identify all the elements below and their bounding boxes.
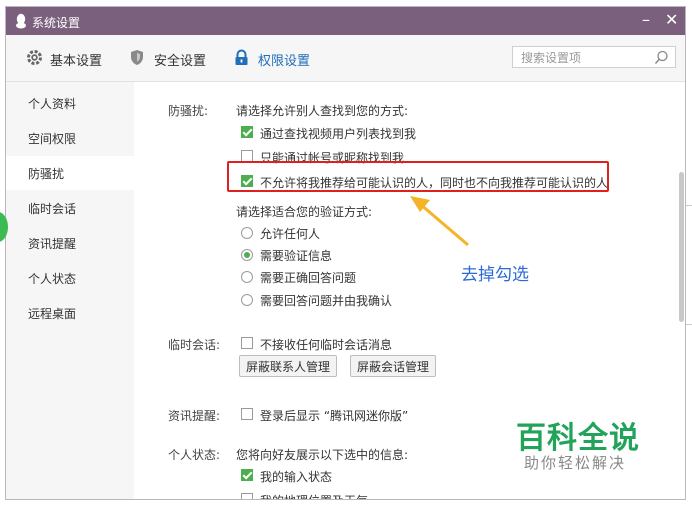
divider [686, 205, 692, 206]
search-box[interactable] [512, 46, 676, 68]
sidebar-item-news-alerts[interactable]: 资讯提醒 [6, 226, 134, 260]
lock-icon [235, 49, 248, 65]
sidebar-item-profile[interactable]: 个人资料 [6, 86, 134, 120]
option-label: 我的地理位置及天气 [260, 492, 368, 499]
sidebar-item-label: 个人状态 [28, 272, 77, 286]
sidebar-item-label: 远程桌面 [28, 307, 77, 321]
shield-icon [131, 50, 143, 65]
option-label: 允许任何人 [260, 227, 321, 241]
annotation-arrow-icon [410, 196, 469, 247]
option-label: 需要回答问题并由我确认 [260, 294, 393, 308]
section-label-anti-harassment: 防骚扰: [168, 104, 209, 118]
radio-allow-anyone[interactable] [241, 227, 253, 239]
checkbox-show-mini-news[interactable] [241, 408, 253, 420]
divider [686, 324, 692, 325]
close-button[interactable]: ✕ [665, 10, 678, 29]
section-label-temp-chat: 临时会话: [168, 338, 221, 352]
annotation-text: 去掉勾选 [461, 265, 529, 285]
checkbox-location-weather[interactable] [241, 493, 253, 499]
section-label-news: 资讯提醒: [168, 409, 221, 423]
blocked-sessions-button[interactable]: 屏蔽会话管理 [350, 355, 437, 377]
watermark-subtitle: 助你轻松解决 [524, 454, 627, 472]
status-prompt: 您将向好友展示以下选中的信息: [236, 448, 409, 462]
sidebar-item-temp-chat[interactable]: 临时会话 [6, 191, 134, 225]
title-bar[interactable]: 系统设置 – ✕ [6, 7, 685, 35]
sidebar-item-personal-status[interactable]: 个人状态 [6, 261, 134, 295]
sidebar-item-label: 防骚扰 [28, 167, 65, 181]
sidebar-item-label: 个人资料 [28, 97, 77, 111]
sidebar-item-remote-desktop[interactable]: 远程桌面 [6, 296, 134, 330]
section-label-status: 个人状态: [168, 448, 221, 462]
watermark-title: 百科全说 [516, 421, 640, 456]
scrollbar-thumb[interactable] [679, 172, 684, 322]
option-label: 我的输入状态 [260, 470, 333, 484]
sidebar-item-space-permission[interactable]: 空间权限 [6, 121, 134, 155]
radio-require-verification[interactable] [241, 249, 253, 261]
checkbox-typing-status[interactable] [241, 469, 253, 481]
tab-label: 基本设置 [50, 54, 103, 69]
penguin-icon [16, 13, 26, 29]
window-title: 系统设置 [32, 16, 81, 30]
tab-label: 权限设置 [258, 54, 311, 69]
option-label: 登录后显示 “腾讯网迷你版” [260, 409, 409, 423]
blocked-contacts-button[interactable]: 屏蔽联系人管理 [239, 355, 338, 377]
option-label: 通过查找视频用户列表找到我 [260, 127, 417, 141]
verify-method-prompt: 请选择适合您的验证方式: [236, 205, 373, 219]
checkbox-reject-temp-chat[interactable] [241, 337, 253, 349]
sidebar-item-label: 资讯提醒 [28, 237, 77, 251]
sidebar-item-label: 空间权限 [28, 132, 77, 146]
annotation-highlight-box [227, 161, 609, 192]
radio-correct-answer[interactable] [241, 271, 253, 283]
find-method-prompt: 请选择允许别人查找到您的方式: [236, 104, 409, 118]
search-icon[interactable] [654, 50, 669, 65]
gear-icon [27, 50, 42, 65]
minimize-button[interactable]: – [642, 10, 650, 29]
option-label: 需要正确回答问题 [260, 271, 357, 285]
option-label: 不接收任何临时会话消息 [260, 338, 393, 352]
option-label: 需要验证信息 [260, 249, 333, 263]
search-input[interactable] [519, 48, 653, 68]
tab-label: 安全设置 [154, 54, 207, 69]
sidebar-item-anti-harassment[interactable]: 防骚扰 [6, 156, 134, 190]
checkbox-find-by-video-list[interactable] [241, 126, 253, 138]
sidebar-item-label: 临时会话 [28, 202, 77, 216]
radio-answer-and-confirm[interactable] [241, 294, 253, 306]
settings-tabs: 基本设置 安全设置 权限设置 [6, 35, 685, 82]
settings-sidebar: 个人资料 空间权限 防骚扰 临时会话 资讯提醒 个人状态 远程桌面 [6, 82, 134, 499]
